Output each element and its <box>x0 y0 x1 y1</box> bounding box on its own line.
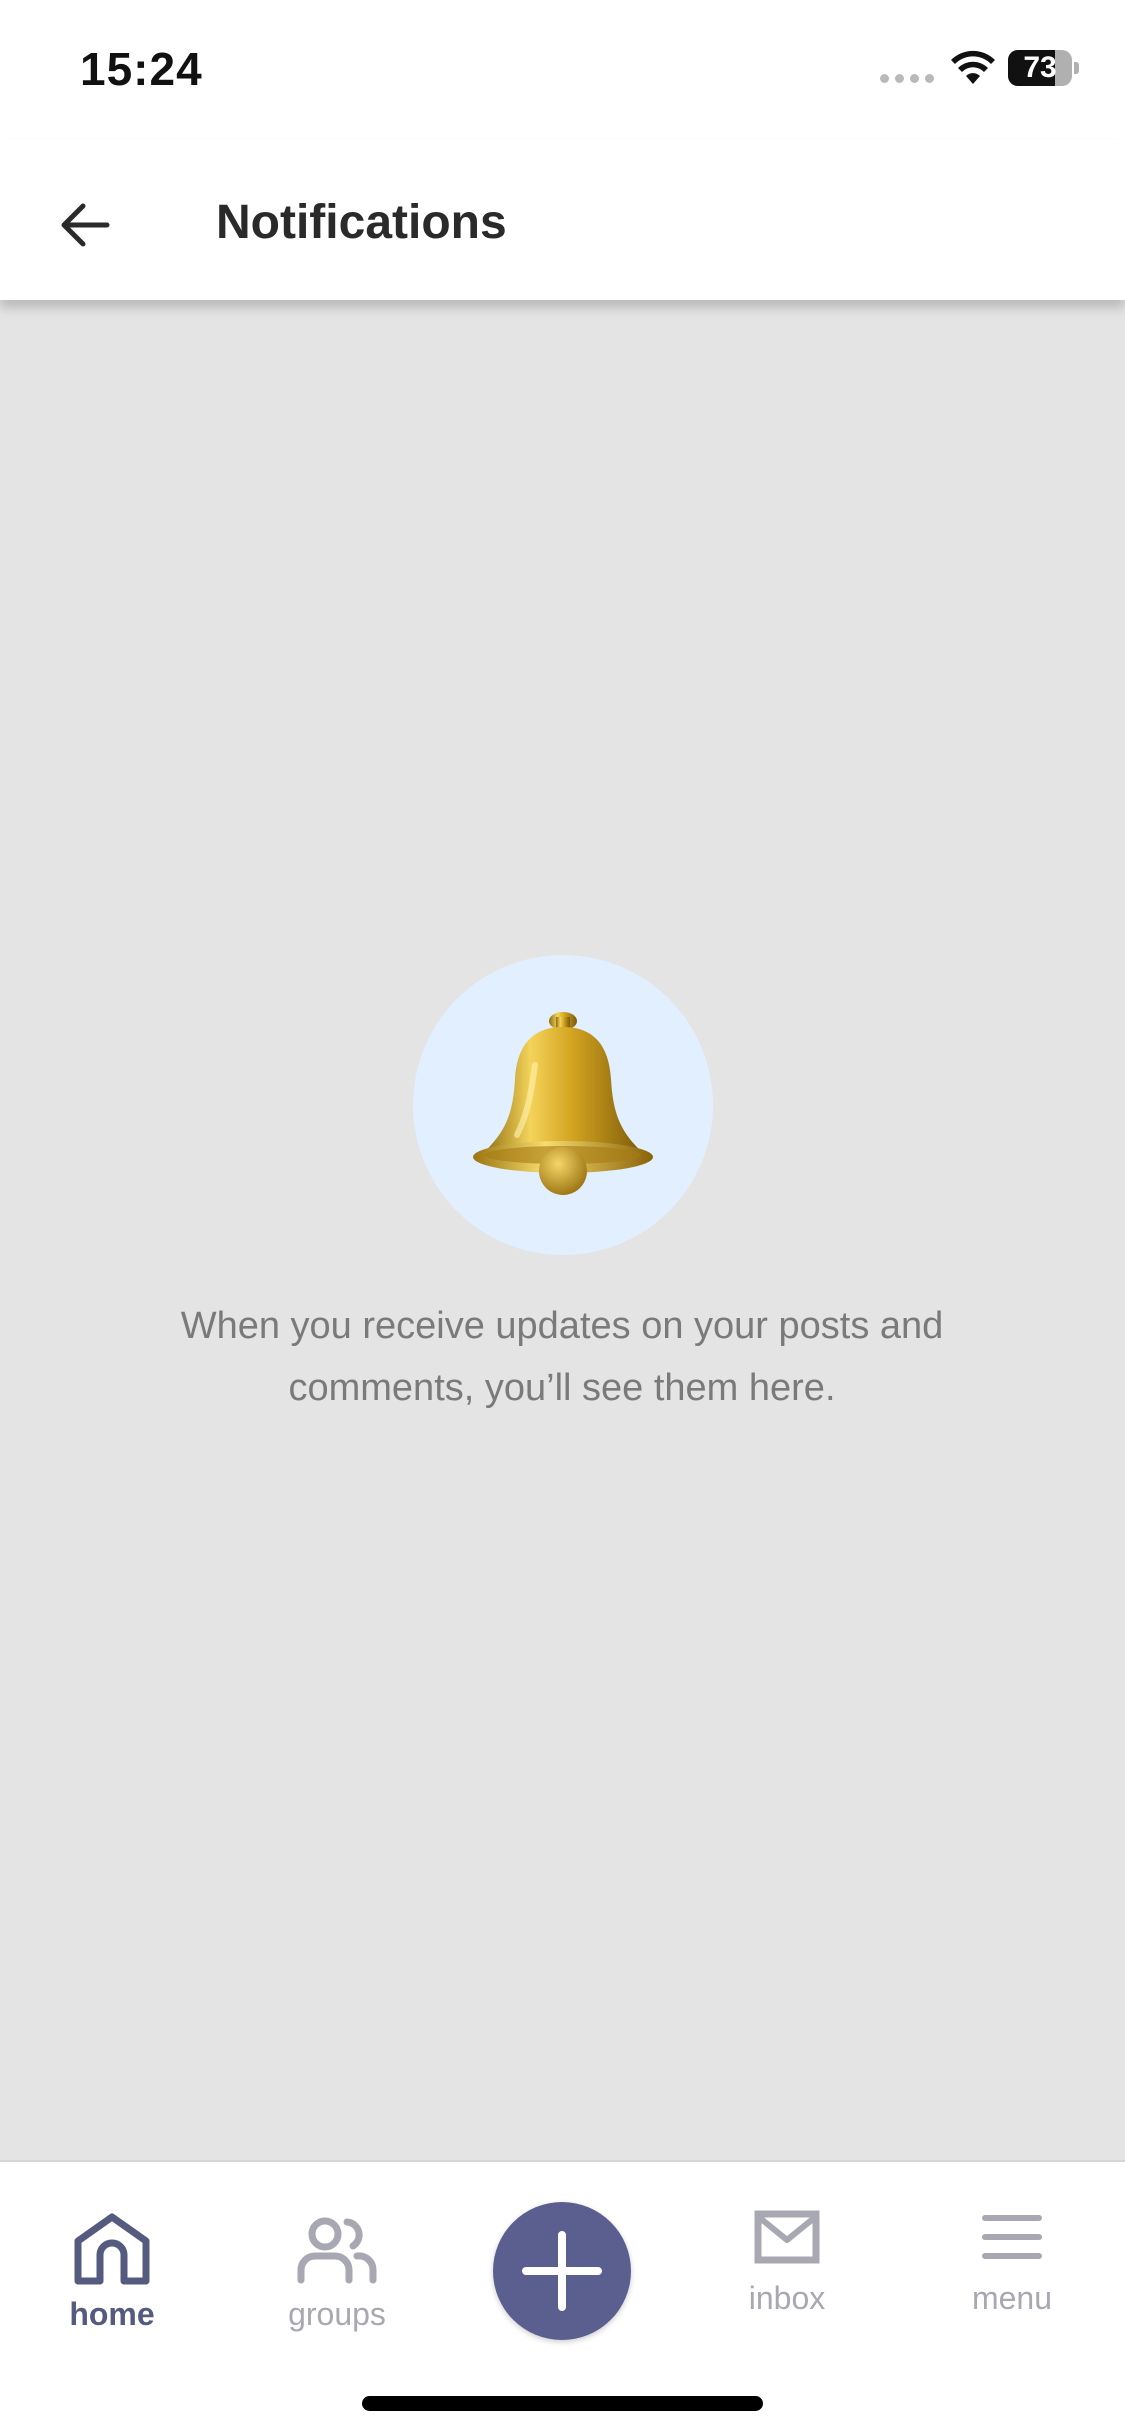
mail-icon <box>754 2210 820 2264</box>
bottom-nav: home groups inbox menu <box>0 2160 1125 2436</box>
battery-icon: 73 <box>1008 50 1079 86</box>
wifi-icon <box>951 50 995 84</box>
plus-icon <box>522 2231 602 2311</box>
status-time: 15:24 <box>80 43 203 95</box>
nav-inbox[interactable]: inbox <box>692 2162 882 2362</box>
hamburger-menu-icon <box>982 2215 1042 2259</box>
nav-inbox-label: inbox <box>748 2280 826 2316</box>
empty-state-message: When you receive updates on your posts a… <box>180 1305 944 1409</box>
status-bar: 15:24 73 <box>0 0 1125 140</box>
battery-level: 73 <box>1023 51 1057 84</box>
arrow-left-icon <box>61 203 110 247</box>
nav-menu-label: menu <box>971 2280 1053 2316</box>
groups-icon <box>297 2217 377 2284</box>
empty-state-illustration <box>413 955 713 1255</box>
nav-menu[interactable]: menu <box>917 2162 1107 2362</box>
signal-dots-icon <box>880 74 934 83</box>
notifications-screen: 15:24 73 Notifications When you receive … <box>0 0 1125 2436</box>
app-header: Notifications <box>0 140 1125 300</box>
home-indicator[interactable] <box>362 2396 763 2411</box>
home-icon <box>74 2213 150 2285</box>
nav-home[interactable]: home <box>17 2162 207 2362</box>
nav-home-label: home <box>69 2296 155 2332</box>
back-button[interactable] <box>40 180 130 270</box>
nav-groups[interactable]: groups <box>242 2162 432 2362</box>
create-post-button[interactable] <box>493 2202 631 2340</box>
bell-icon <box>473 1012 653 1195</box>
nav-groups-label: groups <box>288 2296 386 2332</box>
page-title: Notifications <box>216 196 507 249</box>
